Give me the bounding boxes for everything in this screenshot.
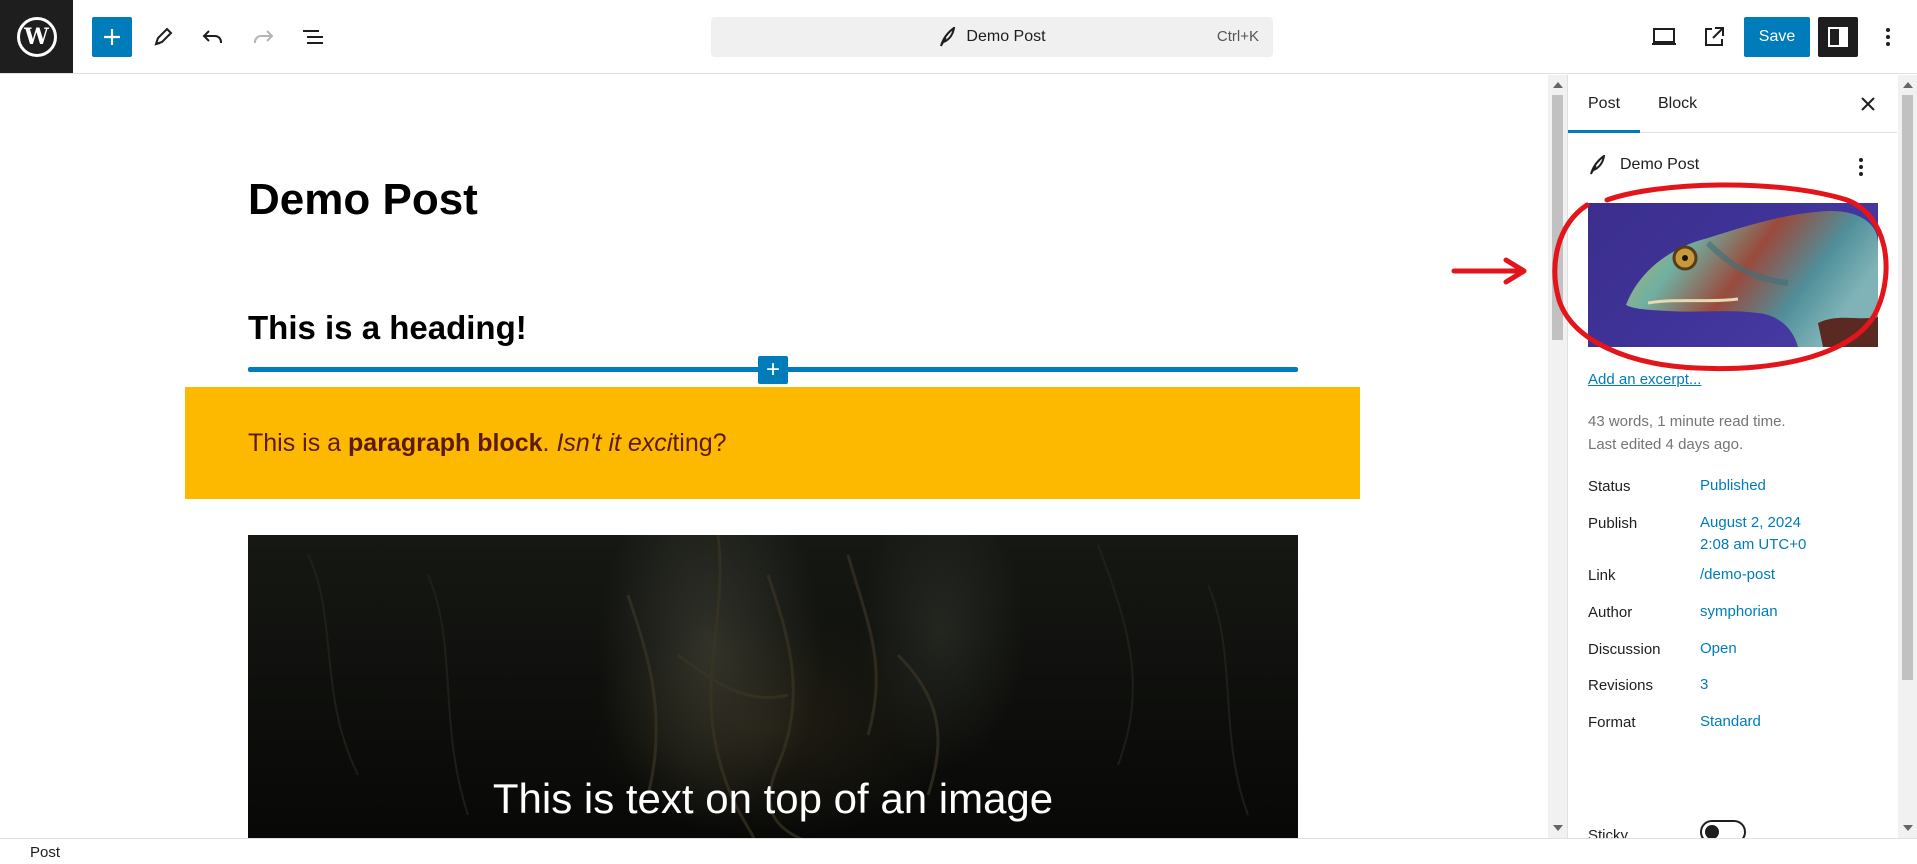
- author-label: Author: [1588, 604, 1633, 621]
- publish-label: Publish: [1588, 515, 1638, 532]
- preview-button[interactable]: [1644, 17, 1684, 57]
- options-button[interactable]: [1868, 17, 1908, 57]
- close-icon: [1861, 97, 1875, 111]
- feather-icon: [940, 27, 956, 47]
- tools-button[interactable]: [143, 17, 183, 57]
- add-block-button[interactable]: [92, 17, 132, 57]
- sidebar-toggle-icon: [1828, 27, 1848, 47]
- save-button[interactable]: Save: [1744, 17, 1810, 57]
- annotation-circle-icon: [1552, 182, 1889, 372]
- sticky-toggle[interactable]: [1700, 820, 1746, 838]
- list-view-button[interactable]: [293, 17, 333, 57]
- feather-icon: [1590, 155, 1606, 175]
- view-post-button[interactable]: [1694, 17, 1734, 57]
- last-edited-text: Last edited 4 days ago.: [1588, 436, 1744, 453]
- word-count-text: 43 words, 1 minute read time.: [1588, 413, 1786, 430]
- format-link[interactable]: Standard: [1700, 711, 1761, 733]
- close-sidebar-button[interactable]: [1855, 91, 1881, 117]
- permalink-link[interactable]: /demo-post: [1700, 564, 1775, 586]
- cover-text[interactable]: This is text on top of an image: [248, 775, 1298, 823]
- cover-block[interactable]: This is text on top of an image: [248, 535, 1298, 838]
- plus-icon: [104, 29, 120, 45]
- settings-sidebar-toggle[interactable]: [1818, 17, 1858, 57]
- block-breadcrumb-bar: Post: [0, 838, 1917, 864]
- redo-button[interactable]: [243, 17, 283, 57]
- sidebar-scrollbar[interactable]: [1898, 75, 1917, 838]
- command-shortcut: Ctrl+K: [1216, 28, 1259, 45]
- author-link[interactable]: symphorian: [1700, 601, 1778, 623]
- sidebar-post-title: Demo Post: [1620, 156, 1700, 173]
- breadcrumb-post[interactable]: Post: [30, 844, 60, 861]
- paragraph-block[interactable]: This is a paragraph block. Isn't it exci…: [185, 387, 1360, 499]
- wordpress-logo-icon: W: [16, 16, 57, 57]
- publish-time: 2:08 am UTC+0: [1700, 536, 1807, 553]
- pencil-icon: [154, 27, 173, 46]
- list-view-icon: [303, 30, 323, 44]
- sidebar-tabs: Post Block: [1568, 75, 1897, 133]
- heading-block[interactable]: This is a heading!: [248, 309, 527, 347]
- external-view-icon: [1705, 27, 1724, 46]
- discussion-label: Discussion: [1588, 641, 1661, 658]
- status-label: Status: [1588, 478, 1631, 495]
- command-palette-bar[interactable]: Demo Post Ctrl+K: [711, 17, 1273, 57]
- revisions-link[interactable]: 3: [1700, 674, 1708, 696]
- desktop-preview-icon: [1652, 28, 1676, 45]
- options-kebab-icon: [1859, 158, 1863, 176]
- publish-date: August 2, 2024: [1700, 514, 1801, 531]
- post-actions-button[interactable]: [1858, 157, 1864, 182]
- annotation-arrow-icon: [1451, 257, 1527, 285]
- editor-canvas: Demo Post This is a heading! + This is a…: [0, 75, 1548, 838]
- sticky-label: Sticky: [1588, 827, 1629, 838]
- scroll-up-arrow-icon[interactable]: [1903, 82, 1913, 88]
- sidebar-scroll-thumb[interactable]: [1902, 95, 1913, 680]
- redo-icon: [254, 30, 274, 43]
- post-summary-header: Demo Post: [1588, 155, 1699, 175]
- document-title: Demo Post: [966, 28, 1046, 45]
- undo-button[interactable]: [193, 17, 233, 57]
- tab-post[interactable]: Post: [1568, 75, 1641, 133]
- scroll-down-arrow-icon[interactable]: [1553, 825, 1563, 831]
- publish-date-link[interactable]: August 2, 2024 2:08 am UTC+0: [1700, 512, 1806, 556]
- revisions-label: Revisions: [1588, 677, 1654, 694]
- tab-block[interactable]: Block: [1638, 75, 1717, 133]
- inline-inserter-button[interactable]: +: [758, 356, 788, 384]
- status-value-link[interactable]: Published: [1700, 475, 1766, 497]
- editor-toolbar: W Demo Post Ctrl+K Save: [0, 0, 1917, 74]
- wordpress-logo-button[interactable]: W: [0, 0, 73, 73]
- scroll-up-arrow-icon[interactable]: [1553, 82, 1563, 88]
- options-kebab-icon: [1886, 28, 1890, 46]
- paragraph-text: This is a paragraph block. Isn't it exci…: [248, 428, 727, 457]
- toggle-knob: [1705, 825, 1719, 838]
- discussion-link[interactable]: Open: [1700, 638, 1737, 660]
- post-title[interactable]: Demo Post: [248, 175, 478, 225]
- format-label: Format: [1588, 714, 1636, 731]
- undo-icon: [202, 30, 222, 43]
- scroll-down-arrow-icon[interactable]: [1903, 825, 1913, 831]
- link-label: Link: [1588, 567, 1616, 584]
